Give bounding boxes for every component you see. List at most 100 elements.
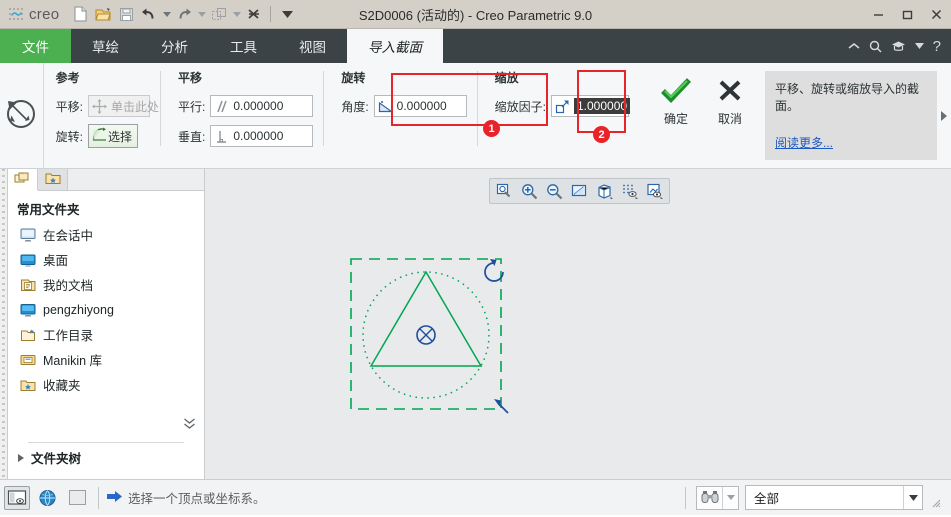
chevron-down-icon[interactable] <box>914 43 924 49</box>
zoom-out-icon[interactable] <box>543 180 566 202</box>
chevron-up-icon[interactable] <box>848 42 860 50</box>
resize-grip-icon[interactable] <box>929 496 941 508</box>
appearance-gallery-icon[interactable] <box>643 180 666 202</box>
quick-access-toolbar[interactable] <box>69 0 298 28</box>
collapsed-panel-edge[interactable] <box>0 169 8 479</box>
status-message-area: 选择一个顶点或坐标系。 <box>107 488 266 507</box>
datum-display-icon[interactable] <box>618 180 641 202</box>
zoom-fit-icon[interactable] <box>493 180 516 202</box>
rotate-reference-value: 选择 <box>107 129 132 144</box>
reference-translate-row: 平移: 单击此处 <box>56 93 159 119</box>
search-icon[interactable] <box>869 40 882 53</box>
read-more-link[interactable]: 阅读更多... <box>775 135 927 152</box>
sidebar-item-user-home[interactable]: pengzhiyong <box>8 297 204 322</box>
close-window-icon[interactable] <box>243 3 265 25</box>
ribbon-tab-bar-actions[interactable]: ? <box>848 29 951 63</box>
scale-factor-label: 缩放因子: <box>494 99 546 114</box>
chevron-right-icon[interactable] <box>937 71 951 160</box>
rotate-angle-row: 角度: 0.000000 <box>341 93 467 119</box>
sidebar-item-in-session[interactable]: 在会话中 <box>8 222 204 247</box>
question-mark-icon[interactable]: ? <box>933 38 941 55</box>
graphics-toolbar[interactable] <box>489 178 670 204</box>
perpendicular-input[interactable]: 0.000000 <box>210 125 314 147</box>
customize-dropdown-icon[interactable] <box>276 3 298 25</box>
scale-factor-field[interactable]: 1.000000 <box>551 95 631 117</box>
globe-icon[interactable] <box>34 486 60 510</box>
perpendicular-value: 0.000000 <box>233 129 284 143</box>
undo-dropdown-icon[interactable] <box>161 3 172 25</box>
sidebar-item-desktop[interactable]: 桌面 <box>8 247 204 272</box>
graduation-cap-icon[interactable] <box>891 40 906 52</box>
annotation-badge-2: 2 <box>593 126 610 143</box>
tab-analysis[interactable]: 分析 <box>140 29 209 63</box>
repaint-icon[interactable] <box>568 180 591 202</box>
navigator-tab-folder-browser[interactable] <box>8 169 38 191</box>
cancel-button[interactable]: 取消 <box>707 77 753 127</box>
translate-reference-value: 单击此处 <box>110 99 159 114</box>
translate-reference-field[interactable]: 单击此处 <box>87 95 159 117</box>
sidebar-item-label: 收藏夹 <box>43 379 81 393</box>
window-controls[interactable] <box>864 0 951 28</box>
close-button[interactable] <box>922 0 951 29</box>
ribbon-tab-bar[interactable]: 文件 草绘 分析 工具 视图 导入截面 ? <box>0 29 951 63</box>
scale-factor-value[interactable]: 1.000000 <box>574 98 631 114</box>
angle-input[interactable]: 0.000000 <box>373 95 467 117</box>
tab-tools[interactable]: 工具 <box>209 29 278 63</box>
my-documents-icon <box>20 277 36 293</box>
in-session-monitor-icon <box>20 227 36 243</box>
sidebar-item-my-documents[interactable]: 我的文档 <box>8 272 204 297</box>
toolbar-divider <box>270 6 272 22</box>
parallel-input[interactable]: 0.000000 <box>210 95 314 117</box>
maximize-button[interactable] <box>893 0 922 29</box>
minimize-button[interactable] <box>864 0 893 29</box>
tab-sketch[interactable]: 草绘 <box>71 29 140 63</box>
tab-import-section[interactable]: 导入截面 <box>347 29 443 63</box>
sidebar-item-favorites[interactable]: 收藏夹 <box>8 372 204 397</box>
favorites-icon <box>20 377 36 393</box>
group-title: 平移 <box>177 71 202 85</box>
graphics-canvas[interactable]: R 1.00 <box>205 169 951 479</box>
binoculars-icon[interactable] <box>697 486 723 509</box>
tab-file[interactable]: 文件 <box>0 29 71 63</box>
redo-icon[interactable] <box>173 3 195 25</box>
group-title: 参考 <box>55 71 80 85</box>
navigator-body: 常用文件夹 在会话中 桌面 我的文档 pengzhiyong 工作目录 Mani… <box>8 191 204 479</box>
blue-arrow-icon <box>107 490 123 506</box>
common-folders-header: 常用文件夹 <box>17 203 80 217</box>
sidebar-item-working-directory[interactable]: 工作目录 <box>8 322 204 347</box>
angle-icon <box>377 98 394 115</box>
sidebar-item-manikin-library[interactable]: Manikin 库 <box>8 347 204 372</box>
user-home-icon <box>20 302 36 318</box>
save-icon[interactable] <box>115 3 137 25</box>
navigator-sidebar: 常用文件夹 在会话中 桌面 我的文档 pengzhiyong 工作目录 Mani… <box>8 168 205 479</box>
undo-icon[interactable] <box>138 3 160 25</box>
regenerate-icon[interactable] <box>208 3 230 25</box>
open-folder-icon[interactable] <box>92 3 114 25</box>
redo-dropdown-icon[interactable] <box>196 3 207 25</box>
selection-filter-dropdown[interactable]: 全部 <box>745 485 923 510</box>
display-style-icon[interactable] <box>593 180 616 202</box>
imported-section-geometry[interactable] <box>338 245 598 433</box>
scale-factor-row: 缩放因子: 1.000000 <box>494 93 631 119</box>
folder-tree-toggle[interactable]: 文件夹树 <box>8 442 204 473</box>
black-x-icon <box>717 77 743 108</box>
regenerate-dropdown-icon[interactable] <box>231 3 242 25</box>
chevron-down-icon[interactable] <box>903 486 922 509</box>
ok-button[interactable]: 确定 <box>653 77 699 127</box>
blank-panel-icon[interactable] <box>64 486 90 510</box>
rotate-reference-select-button[interactable]: 选择 <box>87 124 138 148</box>
tab-view[interactable]: 视图 <box>278 29 347 63</box>
sidebar-item-label: pengzhiyong <box>43 302 114 317</box>
new-file-icon[interactable] <box>69 3 91 25</box>
translate-perpendicular-row: 垂直: 0.000000 <box>178 123 314 149</box>
find-dropdown-icon[interactable] <box>723 487 738 509</box>
ribbon-group-scale: 缩放 缩放因子: 1.000000 <box>476 63 639 168</box>
navigator-tabs[interactable] <box>8 168 204 191</box>
selection-filter-icon[interactable] <box>4 485 30 510</box>
navigator-tab-favorites[interactable] <box>38 168 68 190</box>
status-divider <box>98 486 99 509</box>
zoom-in-icon[interactable] <box>518 180 541 202</box>
double-chevron-down-icon[interactable] <box>183 414 196 435</box>
reset-transform-button[interactable] <box>0 63 44 168</box>
find-tool[interactable] <box>696 485 739 510</box>
